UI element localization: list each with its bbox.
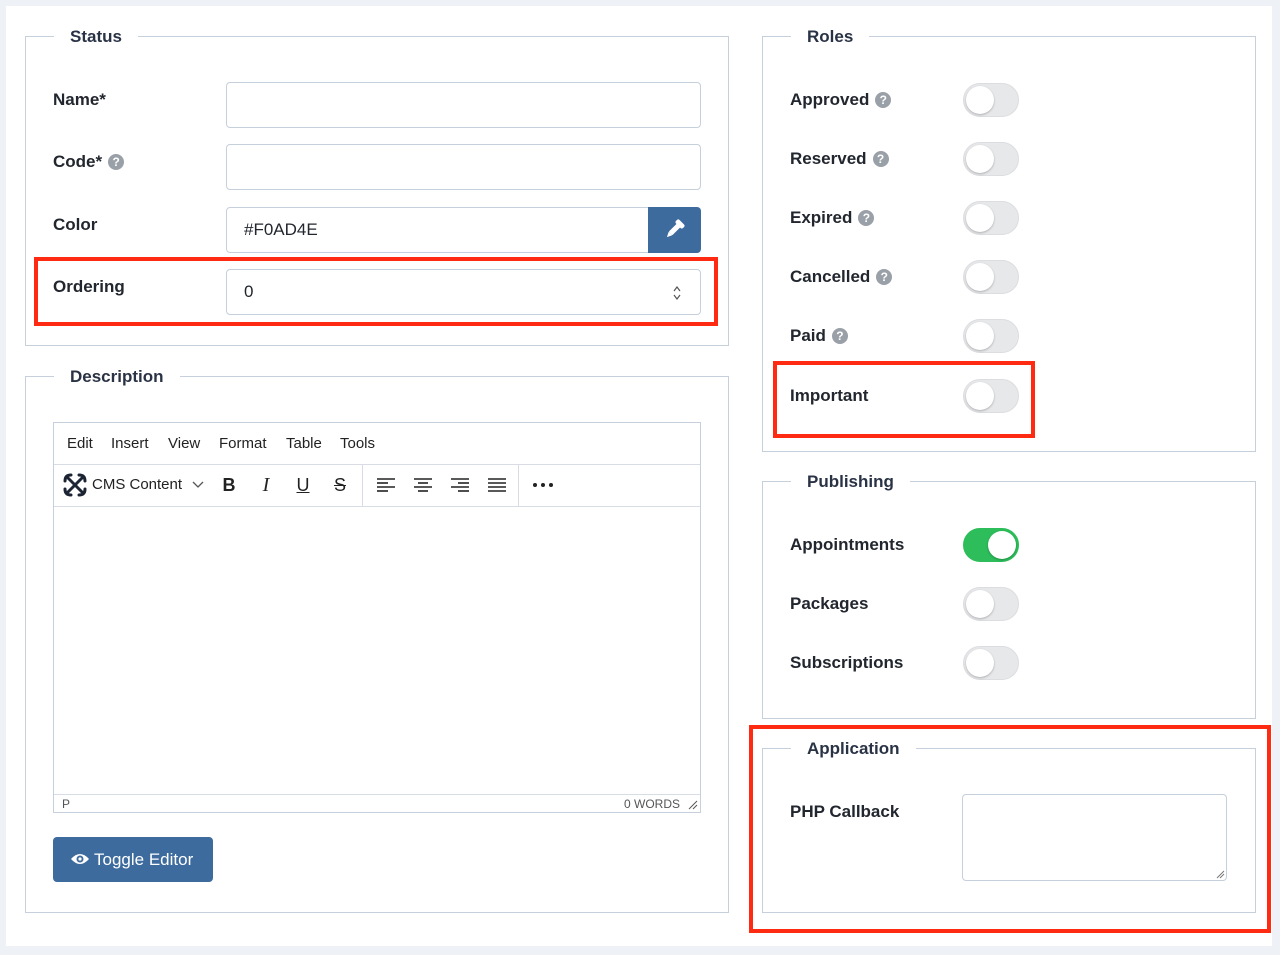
publishing-packages-label: Packages — [790, 594, 869, 613]
help-icon[interactable]: ? — [872, 151, 889, 167]
publishing-appointments-toggle[interactable] — [963, 528, 1019, 562]
menu-table[interactable]: Table — [286, 435, 322, 452]
statusbar-path: P — [62, 797, 71, 811]
role-paid-toggle[interactable] — [963, 319, 1019, 353]
page: Status Name* Code*? Color #F0AD4E Orderi… — [6, 6, 1272, 946]
publishing-legend: Publishing — [791, 470, 910, 494]
eye-icon — [71, 854, 89, 864]
format-select[interactable]: CMS Content — [92, 476, 182, 493]
role-reserved-text: Reserved — [790, 149, 867, 168]
color-label: Color — [53, 215, 98, 234]
highlight-ordering — [34, 257, 718, 326]
strikethrough-icon[interactable]: S — [327, 472, 353, 498]
help-icon[interactable]: ? — [858, 210, 875, 226]
menu-view[interactable]: View — [168, 435, 200, 452]
bold-icon[interactable]: B — [216, 472, 242, 498]
role-expired-label: Expired? — [790, 206, 875, 230]
publishing-appointments-label: Appointments — [790, 535, 905, 554]
publishing-subscriptions-toggle[interactable] — [963, 646, 1019, 680]
menu-edit[interactable]: Edit — [67, 435, 93, 452]
menu-tools[interactable]: Tools — [340, 435, 375, 452]
role-approved-text: Approved — [790, 90, 870, 109]
role-reserved-toggle[interactable] — [963, 142, 1019, 176]
menu-insert[interactable]: Insert — [111, 435, 149, 452]
code-label-text: Code* — [53, 152, 103, 171]
name-label: Name* — [53, 90, 106, 109]
description-legend: Description — [54, 365, 180, 389]
eyedropper-icon — [666, 219, 685, 238]
editor-menubar: Edit Insert View Format Table Tools — [54, 423, 700, 465]
toggle-editor-button[interactable]: Toggle Editor — [53, 837, 213, 882]
roles-legend: Roles — [791, 25, 870, 49]
role-reserved-label: Reserved? — [790, 147, 889, 171]
more-icon[interactable] — [532, 482, 554, 488]
align-center-icon[interactable] — [413, 477, 433, 493]
resize-handle-icon[interactable] — [688, 800, 698, 810]
publishing-packages-toggle[interactable] — [963, 587, 1019, 621]
role-cancelled-toggle[interactable] — [963, 260, 1019, 294]
align-justify-icon[interactable] — [487, 477, 507, 493]
align-right-icon[interactable] — [450, 477, 470, 493]
code-label: Code*? — [53, 150, 125, 174]
editor-toolbar: CMS Content B I U S — [54, 464, 700, 507]
role-paid-text: Paid — [790, 326, 826, 345]
help-icon[interactable]: ? — [875, 92, 892, 108]
name-input[interactable] — [226, 82, 701, 128]
role-cancelled-label: Cancelled? — [790, 265, 893, 289]
publishing-fieldset: Publishing Appointments Packages Subscri… — [762, 470, 1256, 719]
align-left-icon[interactable] — [376, 477, 396, 493]
rich-text-editor: Edit Insert View Format Table Tools CMS … — [53, 422, 701, 813]
italic-icon[interactable]: I — [253, 472, 279, 498]
highlight-important — [773, 361, 1035, 438]
role-expired-text: Expired — [790, 208, 853, 227]
help-icon[interactable]: ? — [876, 269, 893, 285]
underline-icon[interactable]: U — [290, 472, 316, 498]
code-input[interactable] — [226, 144, 701, 190]
status-legend: Status — [54, 25, 138, 49]
color-picker-button[interactable] — [648, 207, 701, 253]
description-fieldset: Description Edit Insert View Format Tabl… — [25, 365, 729, 913]
role-expired-toggle[interactable] — [963, 201, 1019, 235]
editor-statusbar: P 0 WORDS — [54, 794, 700, 813]
help-icon[interactable]: ? — [831, 328, 848, 344]
statusbar-word-count: 0 WORDS — [623, 797, 680, 811]
cms-logo-icon — [63, 473, 87, 497]
publishing-subscriptions-label: Subscriptions — [790, 653, 904, 672]
role-paid-label: Paid? — [790, 324, 848, 348]
role-approved-label: Approved? — [790, 88, 892, 112]
highlight-application — [749, 725, 1271, 933]
toggle-editor-label: Toggle Editor — [94, 850, 194, 869]
menu-format[interactable]: Format — [219, 435, 267, 452]
role-cancelled-text: Cancelled — [790, 267, 871, 286]
help-icon[interactable]: ? — [108, 154, 125, 170]
color-input[interactable]: #F0AD4E — [226, 207, 650, 253]
chevron-down-icon[interactable] — [192, 480, 204, 490]
editor-content-area[interactable] — [54, 507, 700, 793]
role-approved-toggle[interactable] — [963, 83, 1019, 117]
